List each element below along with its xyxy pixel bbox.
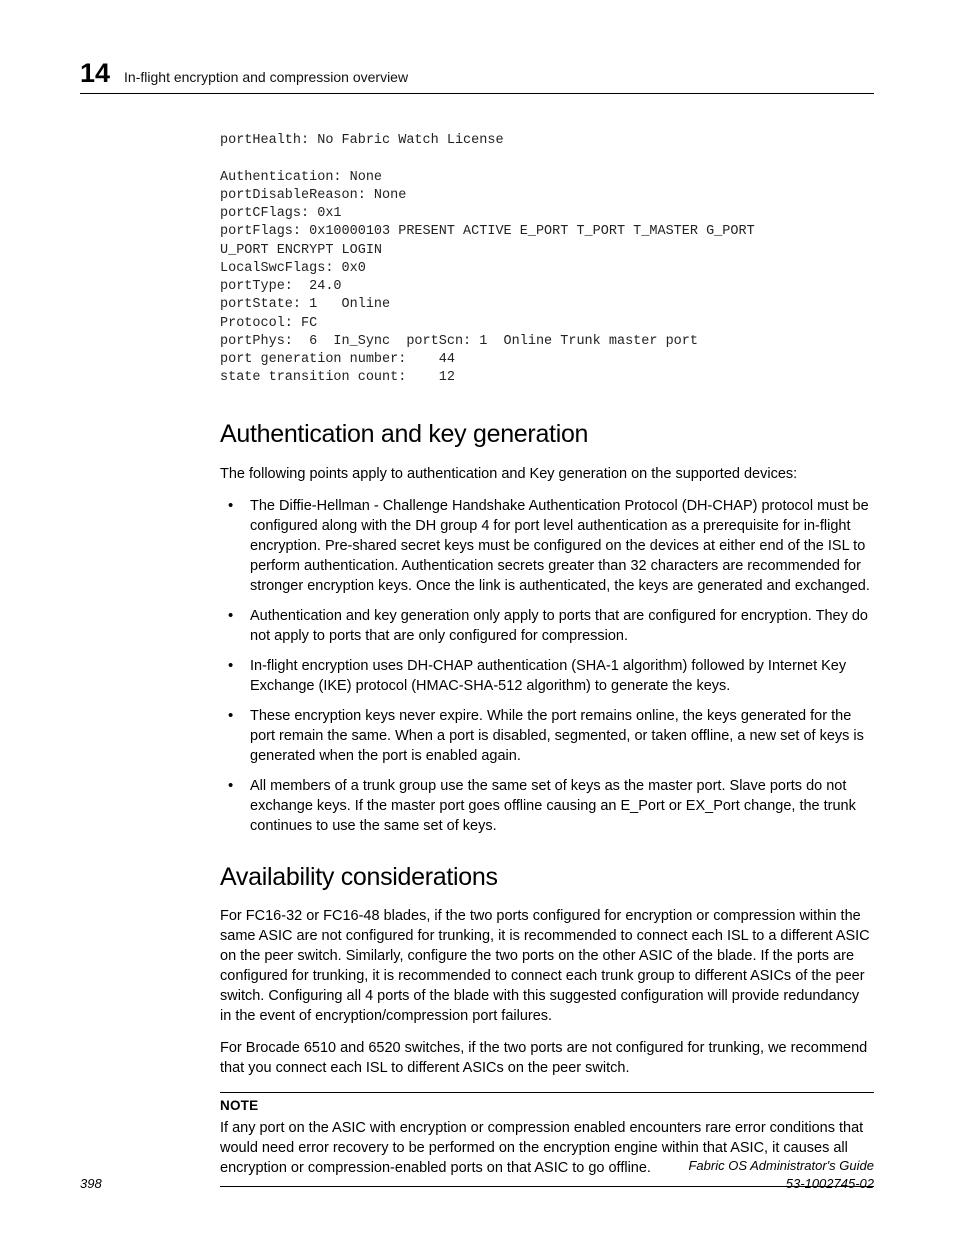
book-title: Fabric OS Administrator's Guide (688, 1157, 874, 1175)
page-footer: 398 Fabric OS Administrator's Guide 53-1… (80, 1157, 874, 1193)
content-area: portHealth: No Fabric Watch License Auth… (220, 132, 874, 1187)
code-block: portHealth: No Fabric Watch License Auth… (220, 132, 874, 387)
page-header: 14 In-flight encryption and compression … (80, 60, 874, 94)
body-paragraph: For FC16-32 or FC16-48 blades, if the tw… (220, 906, 874, 1026)
chapter-title: In-flight encryption and compression ove… (124, 68, 408, 87)
list-item: Authentication and key generation only a… (220, 606, 874, 646)
page-number: 398 (80, 1175, 102, 1193)
list-item: These encryption keys never expire. Whil… (220, 706, 874, 766)
bullet-list-auth: The Diffie-Hellman - Challenge Handshake… (220, 496, 874, 836)
list-item: All members of a trunk group use the sam… (220, 776, 874, 836)
body-paragraph: For Brocade 6510 and 6520 switches, if t… (220, 1038, 874, 1078)
list-item: In-flight encryption uses DH-CHAP authen… (220, 656, 874, 696)
chapter-number: 14 (80, 60, 110, 87)
note-label: NOTE (220, 1097, 874, 1116)
section-intro: The following points apply to authentica… (220, 464, 874, 484)
footer-right: Fabric OS Administrator's Guide 53-10027… (688, 1157, 874, 1193)
section-heading-auth: Authentication and key generation (220, 417, 874, 452)
page: 14 In-flight encryption and compression … (0, 0, 954, 1235)
section-heading-avail: Availability considerations (220, 860, 874, 895)
doc-number: 53-1002745-02 (688, 1175, 874, 1193)
list-item: The Diffie-Hellman - Challenge Handshake… (220, 496, 874, 596)
